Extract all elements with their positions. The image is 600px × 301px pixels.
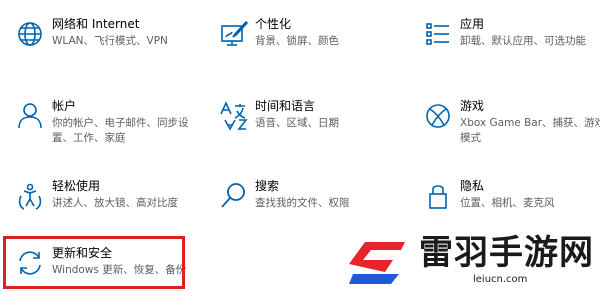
- tile-description: 语音、区域、日期: [255, 117, 339, 129]
- watermark-site-name: 雷羽手游网: [419, 233, 594, 273]
- xbox-icon: [420, 98, 456, 134]
- search-icon: [215, 178, 251, 214]
- tile-title: 更新和安全: [52, 246, 113, 260]
- watermark-url: leiucn.com: [473, 274, 528, 285]
- tile-title: 游戏: [460, 99, 485, 113]
- settings-tile-apps[interactable]: 应用 卸载、默认应用、可选功能: [408, 14, 600, 72]
- apps-icon: [420, 16, 456, 52]
- settings-tile-network[interactable]: 网络和 Internet WLAN、飞行模式、VPN: [0, 14, 200, 72]
- settings-tile-time-language[interactable]: 时间和语言 语音、区域、日期: [203, 96, 403, 154]
- settings-tile-ease-of-access[interactable]: 轻松使用 讲述人、放大镜、高对比度: [0, 176, 200, 234]
- account-icon: [12, 98, 48, 134]
- settings-tile-personalization[interactable]: 个性化 背景、锁屏、颜色: [203, 14, 403, 72]
- tile-description: 查找我的文件、权限: [255, 197, 350, 209]
- tile-description: WLAN、飞行模式、VPN: [52, 35, 168, 47]
- update-icon: [12, 245, 48, 281]
- tile-description: 你的帐户、电子邮件、同步设置、工作、家庭: [52, 117, 189, 144]
- settings-tile-search[interactable]: 搜索 查找我的文件、权限: [203, 176, 403, 234]
- tile-description: 讲述人、放大镜、高对比度: [52, 197, 178, 209]
- personalization-icon: [215, 16, 251, 52]
- tile-title: 搜索: [255, 179, 280, 193]
- tile-title: 个性化: [255, 17, 292, 31]
- settings-tile-privacy[interactable]: 隐私 位置、相机、麦克风: [408, 176, 600, 234]
- settings-tile-gaming[interactable]: 游戏 Xbox Game Bar、捕获、游戏模式: [408, 96, 600, 154]
- lock-icon: [420, 178, 456, 214]
- tile-title: 隐私: [460, 179, 485, 193]
- settings-tile-update-security[interactable]: 更新和安全 Windows 更新、恢复、备份: [0, 243, 200, 301]
- tile-description: 位置、相机、麦克风: [460, 197, 555, 209]
- site-watermark: 雷羽手游网 leiucn.com: [345, 232, 595, 292]
- tile-title: 应用: [460, 17, 485, 31]
- tile-description: Xbox Game Bar、捕获、游戏模式: [460, 117, 600, 144]
- tile-title: 网络和 Internet: [52, 17, 140, 31]
- tile-title: 轻松使用: [52, 179, 101, 193]
- time-language-icon: [215, 98, 251, 134]
- tile-description: 背景、锁屏、颜色: [255, 35, 339, 47]
- tile-description: Windows 更新、恢复、备份: [52, 264, 187, 276]
- tile-title: 帐户: [52, 99, 77, 113]
- globe-icon: [12, 16, 48, 52]
- tile-description: 卸载、默认应用、可选功能: [460, 35, 586, 47]
- settings-tile-accounts[interactable]: 帐户 你的帐户、电子邮件、同步设置、工作、家庭: [0, 96, 200, 154]
- ease-of-access-icon: [12, 178, 48, 214]
- site-logo: [345, 234, 413, 290]
- tile-title: 时间和语言: [255, 99, 316, 113]
